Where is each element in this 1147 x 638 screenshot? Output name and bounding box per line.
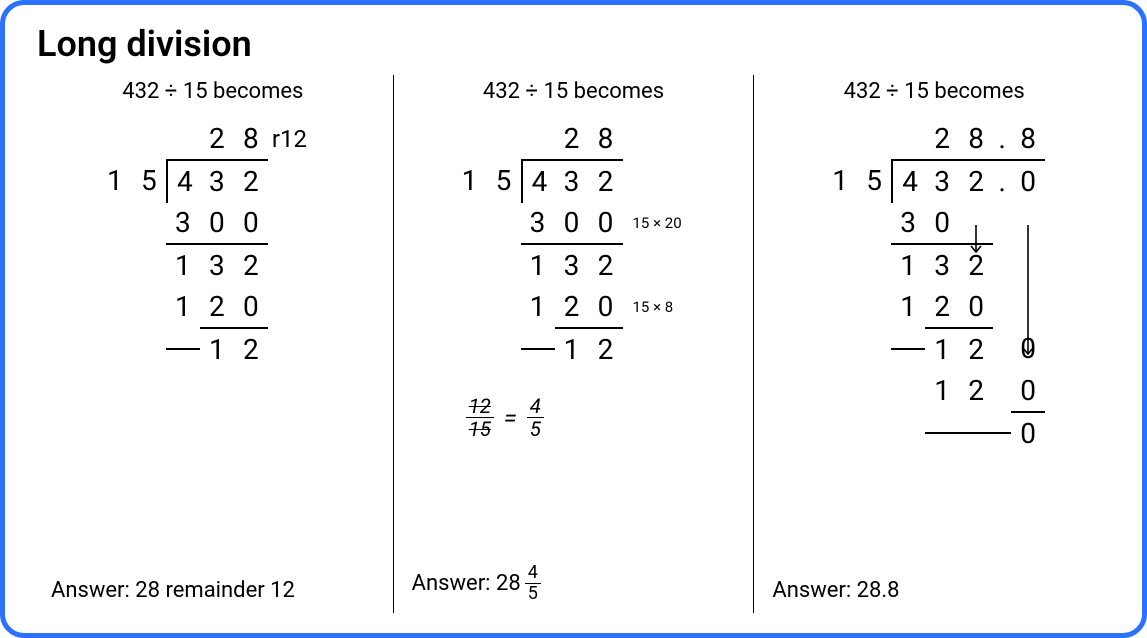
work-digit: 1 xyxy=(891,286,925,328)
card: Long division 432 ÷ 15 becomes 2 8 r12 1… xyxy=(0,0,1147,638)
divisor-digit: 5 xyxy=(487,160,521,202)
work-digit: 0 xyxy=(589,202,623,244)
work-digit: 0 xyxy=(1011,328,1045,370)
dividend-digit: 3 xyxy=(200,159,234,203)
dividend-digit: 4 xyxy=(891,159,927,203)
work-digit: 3 xyxy=(891,202,925,244)
divisor-digit: 1 xyxy=(823,160,857,202)
decimal-point: . xyxy=(993,118,1011,160)
work-digit: 2 xyxy=(589,243,623,287)
work-digit: 2 xyxy=(200,286,234,328)
dividend-digit: 2 xyxy=(959,159,993,203)
work-digit: 3 xyxy=(200,243,234,287)
divisor-digit: 5 xyxy=(857,160,891,202)
work-digit: 2 xyxy=(959,370,993,412)
work-digit: 0 xyxy=(555,202,589,244)
equals-sign: = xyxy=(504,404,517,432)
work-digit: 2 xyxy=(589,327,623,371)
quotient-digit: 8 xyxy=(589,118,623,160)
answer-text: Answer: 28.8 xyxy=(772,578,899,603)
remainder-label: r12 xyxy=(268,121,328,157)
side-annotation: 15 × 8 xyxy=(623,296,697,319)
work-digit: 1 xyxy=(521,286,555,328)
problem-statement: 432 ÷ 15 becomes xyxy=(406,79,742,104)
divisor-digit: 5 xyxy=(132,160,166,202)
work-digit: 0 xyxy=(234,286,268,328)
work-digit: 3 xyxy=(925,243,959,287)
work-digit: 1 xyxy=(166,243,200,287)
fraction-after: 4 5 xyxy=(527,396,544,440)
work-digit: 2 xyxy=(925,286,959,328)
dividend-digit: 0 xyxy=(1011,159,1045,203)
long-division-1: 2 8 r12 1 5 4 3 2 3 0 0 xyxy=(45,118,381,370)
answer-text: Answer: 28 remainder 12 xyxy=(51,578,295,603)
work-digit: 1 xyxy=(521,243,555,287)
work-digit: 1 xyxy=(925,370,959,412)
quotient-digit: 8 xyxy=(1011,118,1045,160)
quotient-digit: 8 xyxy=(234,118,268,160)
work-digit: 0 xyxy=(959,286,993,328)
work-digit: 3 xyxy=(166,202,200,244)
work-digit: 3 xyxy=(521,202,555,244)
work-digit: 1 xyxy=(891,243,925,287)
quotient-digit: 8 xyxy=(959,118,993,160)
long-division-3: 2 8 . 8 1 5 4 3 2 . 0 3 0 xyxy=(766,118,1102,454)
long-division-2: 2 8 1 5 4 3 2 3 0 0 15 × 20 xyxy=(406,118,742,370)
work-digit: 1 xyxy=(166,286,200,328)
answer-text: Answer: 28 4 5 xyxy=(412,564,541,603)
column-fraction: 432 ÷ 15 becomes 2 8 1 5 4 3 2 xyxy=(394,75,754,613)
quotient-digit: 2 xyxy=(200,118,234,160)
problem-statement: 432 ÷ 15 becomes xyxy=(45,79,381,104)
columns: 432 ÷ 15 becomes 2 8 r12 1 5 4 3 2 xyxy=(33,75,1114,613)
dividend-digit: 2 xyxy=(234,159,268,203)
work-digit: 0 xyxy=(1011,411,1045,455)
dividend-digit: 4 xyxy=(166,159,202,203)
work-digit: 3 xyxy=(555,243,589,287)
work-digit: 2 xyxy=(555,286,589,328)
fraction-before: 12 15 xyxy=(466,396,494,440)
work-digit: 2 xyxy=(959,243,993,287)
work-digit: 0 xyxy=(1011,370,1045,412)
work-digit: 2 xyxy=(234,327,268,371)
work-digit: 1 xyxy=(200,327,234,371)
divisor-digit: 1 xyxy=(453,160,487,202)
work-digit: 0 xyxy=(925,202,959,244)
fraction-simplification: 12 15 = 4 5 xyxy=(466,396,742,440)
quotient-digit: 2 xyxy=(555,118,589,160)
problem-statement: 432 ÷ 15 becomes xyxy=(766,79,1102,104)
work-digit: 1 xyxy=(555,327,589,371)
side-annotation: 15 × 20 xyxy=(623,212,697,235)
work-digit: 0 xyxy=(200,202,234,244)
quotient-digit: 2 xyxy=(925,118,959,160)
divisor-digit: 1 xyxy=(98,160,132,202)
dividend-digit: 2 xyxy=(589,159,623,203)
decimal-point: . xyxy=(993,159,1011,203)
page-title: Long division xyxy=(37,23,1114,65)
answer-fraction: 4 5 xyxy=(525,564,541,603)
dividend-digit: 3 xyxy=(555,159,589,203)
column-remainder: 432 ÷ 15 becomes 2 8 r12 1 5 4 3 2 xyxy=(33,75,393,613)
dividend-digit: 4 xyxy=(521,159,557,203)
work-digit: 2 xyxy=(234,243,268,287)
work-digit: 0 xyxy=(234,202,268,244)
work-digit: 0 xyxy=(589,286,623,328)
work-digit: 2 xyxy=(959,327,993,371)
column-decimal: 432 ÷ 15 becomes 2 8 . 8 1 5 4 3 2 . 0 xyxy=(754,75,1114,613)
dividend-digit: 3 xyxy=(925,159,959,203)
work-digit: 1 xyxy=(925,327,959,371)
